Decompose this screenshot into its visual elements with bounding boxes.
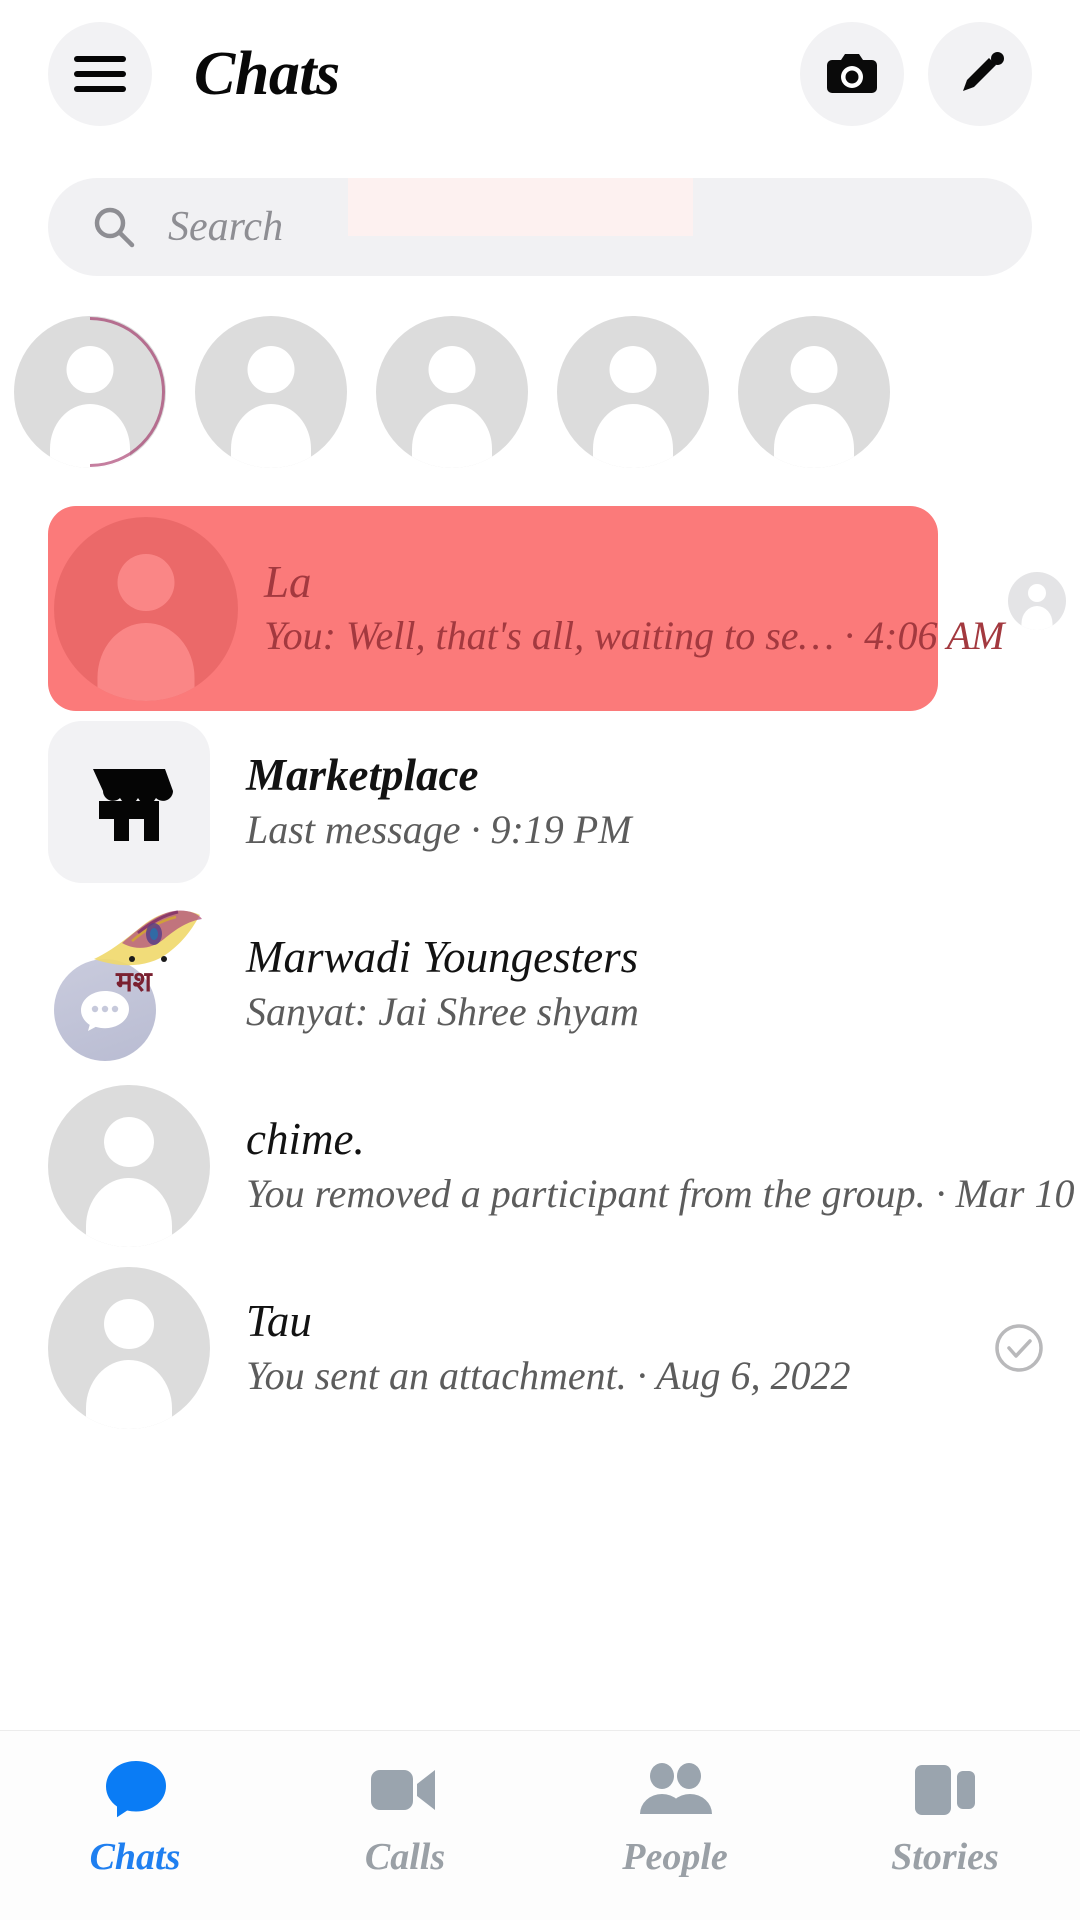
camera-button[interactable] xyxy=(800,22,904,126)
person-placeholder-icon xyxy=(118,554,175,611)
person-placeholder-icon xyxy=(248,346,295,393)
chat-row[interactable]: मश Marwadi Youngesters Sanyat: Jai Shree… xyxy=(0,893,1080,1075)
chat-snippet: Last message · 9:19 PM xyxy=(246,804,1032,856)
camera-icon xyxy=(824,50,880,98)
check-circle-icon xyxy=(994,1323,1044,1373)
chat-snippet: You removed a participant from the group… xyxy=(246,1168,1032,1220)
stories-cards-icon xyxy=(913,1759,977,1821)
avatar xyxy=(48,1267,210,1429)
chat-text: La You: Well, that's all, waiting to se…… xyxy=(264,555,938,663)
tab-label: Chats xyxy=(90,1835,181,1879)
chat-name: Marwadi Youngesters xyxy=(246,930,1032,986)
story-avatar-1[interactable] xyxy=(14,316,166,468)
story-avatars-row[interactable] xyxy=(0,276,1080,468)
avatar: मश xyxy=(48,903,210,1065)
tab-label: Calls xyxy=(365,1835,445,1879)
compose-button[interactable] xyxy=(928,22,1032,126)
tab-label: Stories xyxy=(891,1835,999,1879)
search-icon xyxy=(90,203,138,251)
search-input[interactable]: Search xyxy=(48,178,1032,276)
person-placeholder-icon xyxy=(429,346,476,393)
chat-text: Marwadi Youngesters Sanyat: Jai Shree sh… xyxy=(246,930,1032,1038)
tab-calls[interactable]: Calls xyxy=(270,1759,540,1879)
story-ring xyxy=(14,316,166,468)
search-placeholder-text: Search xyxy=(168,203,283,251)
avatar xyxy=(54,517,238,701)
chat-name: La xyxy=(264,555,938,611)
search-section: Search xyxy=(0,148,1080,276)
menu-button[interactable] xyxy=(48,22,152,126)
chat-snippet: Sanyat: Jai Shree shyam xyxy=(246,986,1032,1038)
video-camera-icon xyxy=(369,1759,441,1821)
tab-people[interactable]: People xyxy=(540,1759,810,1879)
person-placeholder-icon xyxy=(104,1117,154,1167)
chat-text: chime. You removed a participant from th… xyxy=(246,1112,1032,1220)
tab-stories[interactable]: Stories xyxy=(810,1759,1080,1879)
chat-snippet: You: Well, that's all, waiting to se… · … xyxy=(264,610,938,662)
tab-label: People xyxy=(622,1835,728,1879)
pencil-edit-icon xyxy=(953,47,1007,101)
person-placeholder-icon xyxy=(1028,584,1046,602)
tab-chats[interactable]: Chats xyxy=(0,1759,270,1879)
people-icon xyxy=(637,1759,713,1821)
chat-bubble-icon xyxy=(102,1759,168,1821)
chat-list: La You: Well, that's all, waiting to se…… xyxy=(0,468,1080,1439)
person-placeholder-icon xyxy=(610,346,657,393)
chat-row[interactable]: Marketplace Last message · 9:19 PM xyxy=(0,711,1080,893)
hamburger-icon xyxy=(74,56,126,92)
bottom-navigation: Chats Calls People Stor xyxy=(0,1730,1080,1920)
avatar xyxy=(48,1085,210,1247)
chat-name: Marketplace xyxy=(246,748,1032,804)
search-highlight-overlay xyxy=(348,178,693,236)
story-avatar-2[interactable] xyxy=(195,316,347,468)
story-avatar-4[interactable] xyxy=(557,316,709,468)
svg-text:मश: मश xyxy=(115,967,153,998)
chat-row[interactable]: La You: Well, that's all, waiting to se…… xyxy=(48,506,938,711)
marketplace-storefront-icon xyxy=(81,757,177,847)
chat-row[interactable]: Tau You sent an attachment. · Aug 6, 202… xyxy=(0,1257,1080,1439)
person-placeholder-icon xyxy=(791,346,838,393)
chat-text: Tau You sent an attachment. · Aug 6, 202… xyxy=(246,1294,1032,1402)
page-title: Chats xyxy=(194,43,340,105)
chat-text: Marketplace Last message · 9:19 PM xyxy=(246,748,1032,856)
avatar xyxy=(48,721,210,883)
chat-row[interactable]: chime. You removed a participant from th… xyxy=(0,1075,1080,1257)
story-avatar-3[interactable] xyxy=(376,316,528,468)
story-avatar-5[interactable] xyxy=(738,316,890,468)
chat-name: chime. xyxy=(246,1112,1032,1168)
peacock-feather-icon: मश xyxy=(88,903,210,1007)
chat-name: Tau xyxy=(246,1294,1032,1350)
chat-snippet: You sent an attachment. · Aug 6, 2022 xyxy=(246,1350,1032,1402)
person-placeholder-icon xyxy=(104,1299,154,1349)
app-header: Chats xyxy=(0,0,1080,148)
seen-avatar xyxy=(1008,572,1066,630)
